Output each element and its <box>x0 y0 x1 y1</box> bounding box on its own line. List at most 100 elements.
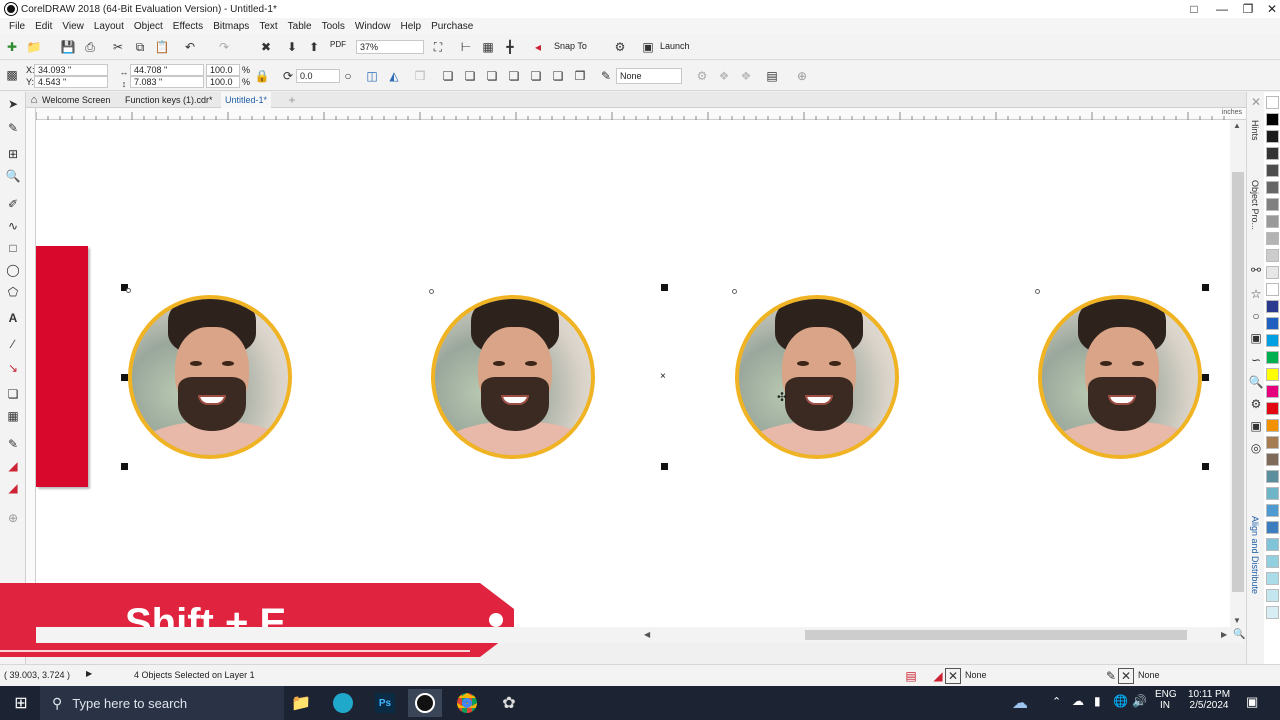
scale-width-field[interactable]: 100.0 <box>206 64 240 76</box>
launch-dropdown[interactable]: Launch <box>660 41 690 51</box>
palette-swatch[interactable] <box>1266 283 1279 296</box>
quick-customize-icon[interactable]: ⊕ <box>5 510 21 526</box>
vertical-ruler[interactable] <box>26 108 36 583</box>
palette-swatch[interactable] <box>1266 215 1279 228</box>
zoom-navigator-icon[interactable]: 🔍 <box>1233 629 1245 640</box>
docker-color-icon[interactable]: ◎ <box>1248 440 1264 456</box>
menu-view[interactable]: View <box>62 21 84 32</box>
menu-file[interactable]: File <box>9 21 25 32</box>
palette-swatch[interactable] <box>1266 385 1279 398</box>
intersect-icon[interactable]: ❏ <box>506 68 522 84</box>
selection-handle-ml[interactable] <box>121 374 128 381</box>
y-position-field[interactable]: 4.543 " <box>34 76 108 88</box>
docker-tab-object-properties[interactable]: Object Pro... <box>1250 180 1260 230</box>
width-field[interactable]: 44.708 " <box>130 64 204 76</box>
search-content-icon[interactable]: ✖ <box>258 39 274 55</box>
outline-width-select[interactable]: None <box>616 68 682 84</box>
x-position-field[interactable]: 34.093 " <box>34 64 108 76</box>
weld-icon[interactable]: ❏ <box>462 68 478 84</box>
convert-curves-icon[interactable]: ❖ <box>716 68 732 84</box>
mirror-horizontal-icon[interactable]: ◫ <box>364 68 380 84</box>
object-origin-icon[interactable]: ▩ <box>4 67 20 83</box>
clock[interactable]: 10:11 PM 2/5/2024 <box>1184 689 1234 711</box>
windows-start-icon[interactable]: ⊞ <box>4 689 38 717</box>
selection-handle-br[interactable] <box>1202 463 1209 470</box>
pick-tool-icon[interactable]: ➤ <box>5 96 21 112</box>
network-icon[interactable]: 🌐 <box>1113 694 1128 708</box>
palette-swatch[interactable] <box>1266 606 1279 619</box>
smart-fill-icon[interactable]: ◢ <box>5 480 21 496</box>
trim-icon[interactable]: ❏ <box>484 68 500 84</box>
volume-icon[interactable]: 🔊 <box>1132 694 1147 708</box>
snap-icon[interactable]: ◂ <box>530 39 546 55</box>
chrome-icon[interactable] <box>450 689 484 717</box>
palette-swatch[interactable] <box>1266 487 1279 500</box>
tab-function-keys[interactable]: Function keys (1).cdr* <box>121 92 217 108</box>
paste-icon[interactable]: 📋 <box>154 39 170 55</box>
menu-window[interactable]: Window <box>355 21 391 32</box>
palette-swatch[interactable] <box>1266 368 1279 381</box>
edit-shape-icon[interactable]: ❖ <box>738 68 754 84</box>
photoshop-icon[interactable]: Ps <box>368 689 402 717</box>
redo-icon[interactable]: ↷ <box>216 39 232 55</box>
mirror-vertical-icon[interactable]: ◭ <box>386 68 402 84</box>
menu-edit[interactable]: Edit <box>35 21 52 32</box>
palette-swatch[interactable] <box>1266 232 1279 245</box>
palette-swatch[interactable] <box>1266 181 1279 194</box>
docker-find-icon[interactable]: 🔍 <box>1248 374 1264 390</box>
drop-shadow-icon[interactable]: ❏ <box>5 386 21 402</box>
palette-swatch[interactable] <box>1266 96 1279 109</box>
connector-tool-icon[interactable]: ↘ <box>5 360 21 376</box>
artistic-media-icon[interactable]: ∿ <box>5 218 21 234</box>
undo-icon[interactable]: ↶ <box>182 39 198 55</box>
save-icon[interactable]: 💾 <box>60 39 76 55</box>
palette-swatch[interactable] <box>1266 470 1279 483</box>
scroll-left-icon[interactable]: ◀ <box>644 630 650 639</box>
menu-bitmaps[interactable]: Bitmaps <box>213 21 249 32</box>
portrait-circle-3[interactable] <box>735 295 899 459</box>
new-document-icon[interactable]: ✚ <box>4 39 20 55</box>
show-guidelines-icon[interactable]: ╋ <box>502 39 518 55</box>
shape-tool-icon[interactable]: ✎ <box>5 120 21 136</box>
palette-swatch[interactable] <box>1266 453 1279 466</box>
palette-swatch[interactable] <box>1266 436 1279 449</box>
transparency-icon[interactable]: ▦ <box>5 408 21 424</box>
palette-swatch[interactable] <box>1266 249 1279 262</box>
docker-tag-icon[interactable]: ⚙ <box>1248 396 1264 412</box>
rotation-field[interactable]: 0.0 <box>296 69 340 83</box>
docker-page-icon[interactable]: ▣ <box>1248 418 1264 434</box>
palette-swatch[interactable] <box>1266 572 1279 585</box>
rectangle-tool-icon[interactable]: □ <box>5 240 21 256</box>
docker-transform-icon[interactable]: ⚯ <box>1248 262 1264 278</box>
options-gear-icon[interactable]: ⚙ <box>612 39 628 55</box>
print-icon[interactable]: ⎙ <box>82 39 98 55</box>
snap-to-dropdown[interactable]: Snap To <box>554 41 587 51</box>
simplify-icon[interactable]: ❏ <box>528 68 544 84</box>
docker-close-icon[interactable]: ✕ <box>1248 94 1264 110</box>
show-grid-icon[interactable]: ▦ <box>480 39 496 55</box>
palette-swatch[interactable] <box>1266 334 1279 347</box>
portrait-circle-2[interactable] <box>431 295 595 459</box>
align-distribute-icon[interactable]: ▤ <box>764 68 780 84</box>
status-play-icon[interactable]: ▶ <box>86 669 92 678</box>
restore-layout-icon[interactable]: □ <box>1180 0 1208 18</box>
scale-height-field[interactable]: 100.0 <box>206 76 240 88</box>
minimize-button[interactable]: — <box>1208 0 1236 18</box>
palette-swatch[interactable] <box>1266 419 1279 432</box>
menu-tools[interactable]: Tools <box>322 21 345 32</box>
app-icon[interactable]: ✿ <box>492 689 526 717</box>
zoom-level-select[interactable]: 37% <box>356 40 424 54</box>
lock-ratio-icon[interactable]: 🔒 <box>254 68 270 84</box>
height-field[interactable]: 7.083 " <box>130 76 204 88</box>
tab-welcome-screen[interactable]: Welcome Screen <box>38 92 114 108</box>
palette-swatch[interactable] <box>1266 538 1279 551</box>
docker-tab-hints[interactable]: Hints <box>1250 120 1260 141</box>
docker-shape-icon[interactable]: ○ <box>1248 308 1264 324</box>
eyedropper-icon[interactable]: ✎ <box>5 436 21 452</box>
document-color-icon[interactable]: ▤ <box>903 668 919 684</box>
scroll-down-icon[interactable]: ▼ <box>1233 616 1241 625</box>
docker-curve-icon[interactable]: ∽ <box>1248 352 1264 368</box>
selection-handle-bl[interactable] <box>121 463 128 470</box>
outline-indicator-icon[interactable]: ✎ <box>1103 668 1119 684</box>
new-tab-icon[interactable]: + <box>284 92 300 108</box>
